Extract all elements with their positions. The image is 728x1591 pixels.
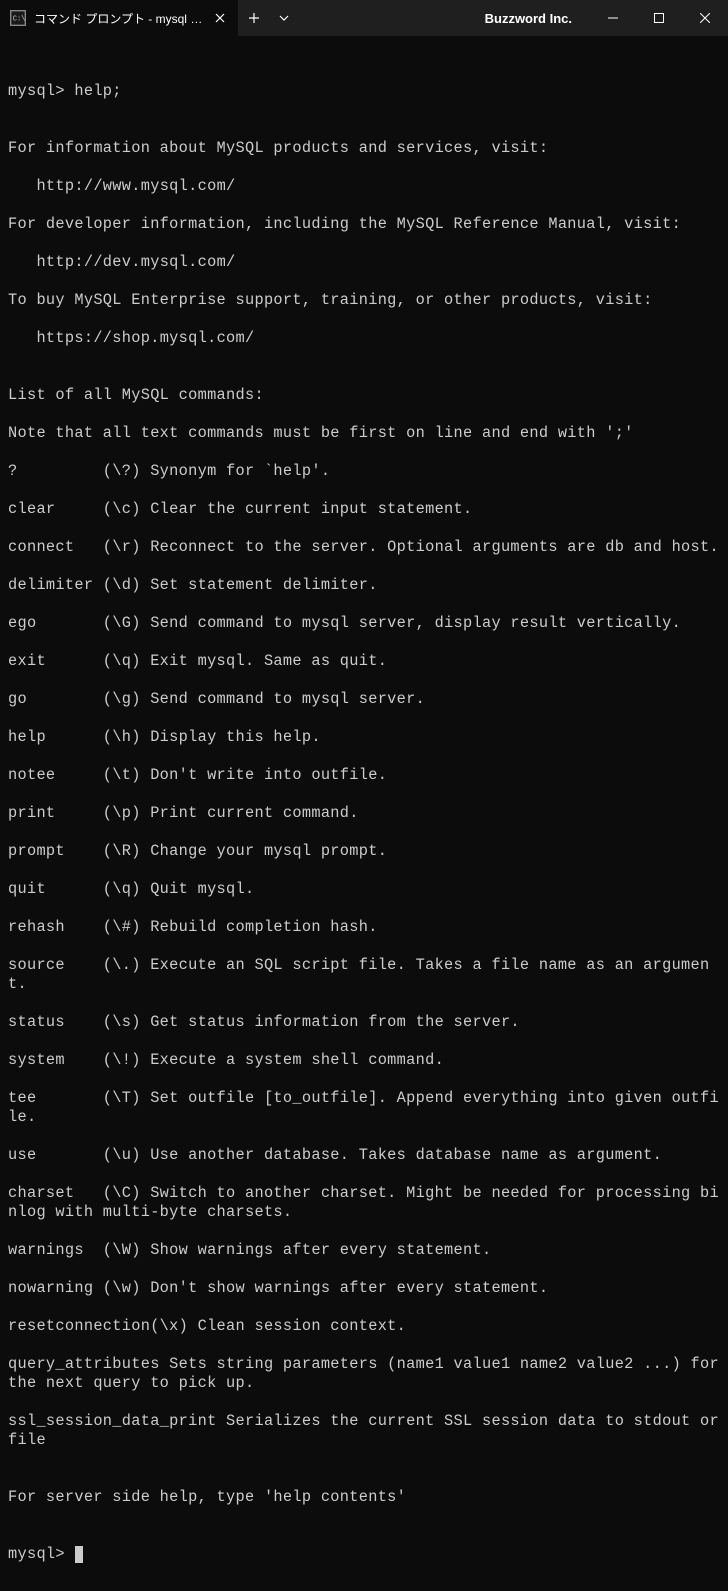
- close-button[interactable]: [682, 0, 728, 36]
- app-name: Buzzword Inc.: [485, 11, 590, 26]
- terminal-line: system (\!) Execute a system shell comma…: [8, 1051, 720, 1070]
- cmd-icon: C:\: [10, 10, 26, 26]
- terminal-line: For developer information, including the…: [8, 215, 720, 234]
- terminal-line: go (\g) Send command to mysql server.: [8, 690, 720, 709]
- tabbar-right: Buzzword Inc.: [238, 0, 728, 36]
- new-tab-button[interactable]: [238, 0, 270, 36]
- terminal-line: Note that all text commands must be firs…: [8, 424, 720, 443]
- terminal-line: warnings (\W) Show warnings after every …: [8, 1241, 720, 1260]
- terminal-line: mysql> help;: [8, 82, 720, 101]
- terminal-line: clear (\c) Clear the current input state…: [8, 500, 720, 519]
- tab-title: コマンド プロンプト - mysql -u roo: [34, 10, 204, 27]
- terminal-line: prompt (\R) Change your mysql prompt.: [8, 842, 720, 861]
- cursor: [75, 1546, 83, 1563]
- terminal-prompt-line: mysql>: [8, 1545, 720, 1564]
- terminal-line: use (\u) Use another database. Takes dat…: [8, 1146, 720, 1165]
- terminal-line: status (\s) Get status information from …: [8, 1013, 720, 1032]
- window-controls: [590, 0, 728, 36]
- terminal-line: To buy MySQL Enterprise support, trainin…: [8, 291, 720, 310]
- terminal-line: For information about MySQL products and…: [8, 139, 720, 158]
- terminal-line: ego (\G) Send command to mysql server, d…: [8, 614, 720, 633]
- terminal-line: query_attributes Sets string parameters …: [8, 1355, 720, 1393]
- terminal-line: delimiter (\d) Set statement delimiter.: [8, 576, 720, 595]
- terminal-line: charset (\C) Switch to another charset. …: [8, 1184, 720, 1222]
- terminal-line: quit (\q) Quit mysql.: [8, 880, 720, 899]
- terminal-line: ? (\?) Synonym for `help'.: [8, 462, 720, 481]
- terminal-line: rehash (\#) Rebuild completion hash.: [8, 918, 720, 937]
- svg-text:C:\: C:\: [13, 16, 25, 24]
- terminal-line: resetconnection(\x) Clean session contex…: [8, 1317, 720, 1336]
- tab-dropdown-button[interactable]: [270, 0, 298, 36]
- maximize-button[interactable]: [636, 0, 682, 36]
- minimize-button[interactable]: [590, 0, 636, 36]
- terminal-line: exit (\q) Exit mysql. Same as quit.: [8, 652, 720, 671]
- terminal-line: List of all MySQL commands:: [8, 386, 720, 405]
- terminal-line: help (\h) Display this help.: [8, 728, 720, 747]
- terminal-line: source (\.) Execute an SQL script file. …: [8, 956, 720, 994]
- terminal-line: https://shop.mysql.com/: [8, 329, 720, 348]
- active-tab[interactable]: C:\ コマンド プロンプト - mysql -u roo: [0, 0, 238, 36]
- terminal-line: print (\p) Print current command.: [8, 804, 720, 823]
- terminal-line: connect (\r) Reconnect to the server. Op…: [8, 538, 720, 557]
- tab-close-button[interactable]: [212, 10, 228, 26]
- terminal-line: http://dev.mysql.com/: [8, 253, 720, 272]
- terminal-line: ssl_session_data_print Serializes the cu…: [8, 1412, 720, 1450]
- terminal-line: notee (\t) Don't write into outfile.: [8, 766, 720, 785]
- terminal-line: http://www.mysql.com/: [8, 177, 720, 196]
- terminal-line: nowarning (\w) Don't show warnings after…: [8, 1279, 720, 1298]
- terminal-output[interactable]: mysql> help; For information about MySQL…: [0, 36, 728, 1591]
- titlebar: C:\ コマンド プロンプト - mysql -u roo Buzzword I…: [0, 0, 728, 36]
- terminal-line: For server side help, type 'help content…: [8, 1488, 720, 1507]
- prompt-text: mysql>: [8, 1545, 74, 1563]
- terminal-line: tee (\T) Set outfile [to_outfile]. Appen…: [8, 1089, 720, 1127]
